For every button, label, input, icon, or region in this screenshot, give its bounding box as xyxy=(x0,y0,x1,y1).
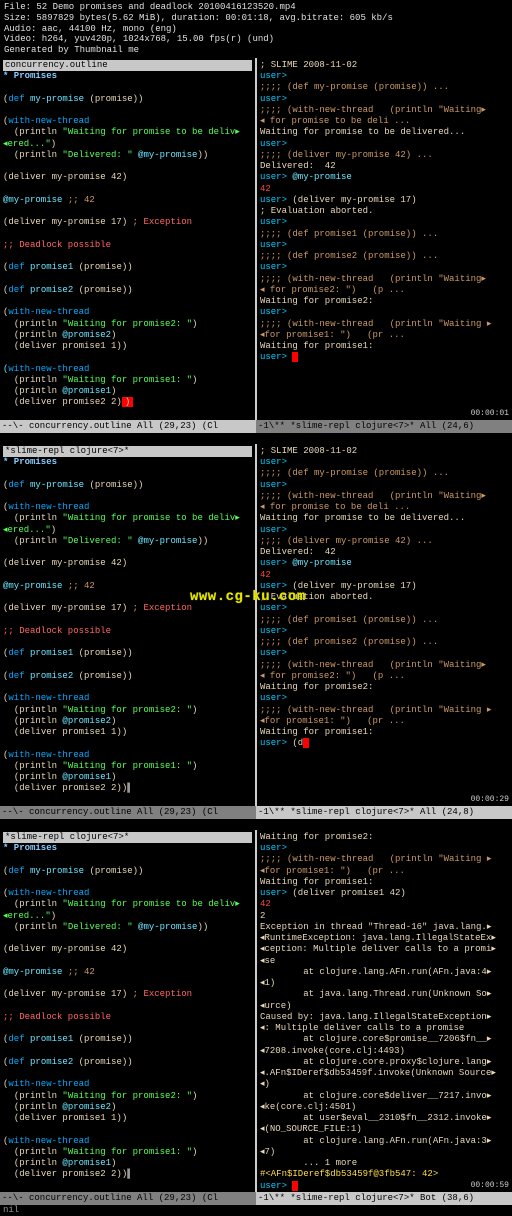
modeline-3: --\- concurrency.outline All (29,23) (Cl… xyxy=(0,1192,512,1205)
minibuf-2[interactable] xyxy=(0,819,512,830)
right-modeline-2: -1\** *slime-repl clojure<7>* All (24,8) xyxy=(256,806,512,819)
left-modeline-1: --\- concurrency.outline All (29,23) (Cl xyxy=(0,420,256,433)
left-modeline-2: --\- concurrency.outline All (29,23) (Cl xyxy=(0,806,256,819)
timestamp-2: 00:00:29 xyxy=(471,795,509,805)
frame-1: concurrency.outline * Promises (def my-p… xyxy=(0,58,512,420)
right-title-2: ; SLIME 2008-11-02 xyxy=(260,446,509,457)
right-modeline-1: -1\** *slime-repl clojure<7>* All (24,6) xyxy=(256,420,512,433)
left-code-1[interactable]: * Promises (def my-promise (promise)) (w… xyxy=(3,71,252,409)
left-titlebar-3: *slime-repl clojure<7>* xyxy=(3,832,252,843)
right-pane-3[interactable]: Waiting for promise2: user> ;;;; (with-n… xyxy=(257,830,512,1192)
watermark: www.cg-ku.com xyxy=(190,589,306,607)
file-header: File: 52 Demo promises and deadlock 2010… xyxy=(0,0,512,58)
left-titlebar-1: concurrency.outline xyxy=(3,60,252,71)
left-code-2[interactable]: * Promises (def my-promise (promise)) (w… xyxy=(3,457,252,795)
right-modeline-3: -1\** *slime-repl clojure<7>* Bot (38,6) xyxy=(256,1192,512,1205)
header-size: Size: 5897829 bytes(5.62 MiB), duration:… xyxy=(4,13,508,24)
modeline-2: --\- concurrency.outline All (29,23) (Cl… xyxy=(0,806,512,819)
right-pane-2[interactable]: ; SLIME 2008-11-02 user> ;;;; (def my-pr… xyxy=(257,444,512,806)
repl-3[interactable]: Waiting for promise2: user> ;;;; (with-n… xyxy=(260,832,509,1192)
timestamp-3: 00:00:59 xyxy=(471,1181,509,1191)
repl-1[interactable]: user> ;;;; (def my-promise (promise)) ..… xyxy=(260,71,509,364)
header-video: Video: h264, yuv420p, 1024x768, 15.00 fp… xyxy=(4,34,508,45)
frame-2: www.cg-ku.com *slime-repl clojure<7>* * … xyxy=(0,444,512,806)
left-titlebar-2: *slime-repl clojure<7>* xyxy=(3,446,252,457)
left-pane-3[interactable]: *slime-repl clojure<7>* * Promises (def … xyxy=(0,830,255,1192)
header-generator: Generated by Thumbnail me xyxy=(4,45,508,56)
header-audio: Audio: aac, 44100 Hz, mono (eng) xyxy=(4,24,508,35)
modeline-1: --\- concurrency.outline All (29,23) (Cl… xyxy=(0,420,512,433)
minibuf-3[interactable]: nil xyxy=(0,1205,512,1216)
left-modeline-3: --\- concurrency.outline All (29,23) (Cl xyxy=(0,1192,256,1205)
left-pane-2[interactable]: *slime-repl clojure<7>* * Promises (def … xyxy=(0,444,255,806)
right-pane-1[interactable]: ; SLIME 2008-11-02 user> ;;;; (def my-pr… xyxy=(257,58,512,420)
left-code-3[interactable]: * Promises (def my-promise (promise)) (w… xyxy=(3,843,252,1181)
minibuf-1[interactable] xyxy=(0,433,512,444)
right-title-1: ; SLIME 2008-11-02 xyxy=(260,60,509,71)
frame-3: *slime-repl clojure<7>* * Promises (def … xyxy=(0,830,512,1192)
left-pane-1[interactable]: concurrency.outline * Promises (def my-p… xyxy=(0,58,255,420)
header-file: File: 52 Demo promises and deadlock 2010… xyxy=(4,2,508,13)
timestamp-1: 00:00:01 xyxy=(471,409,509,419)
